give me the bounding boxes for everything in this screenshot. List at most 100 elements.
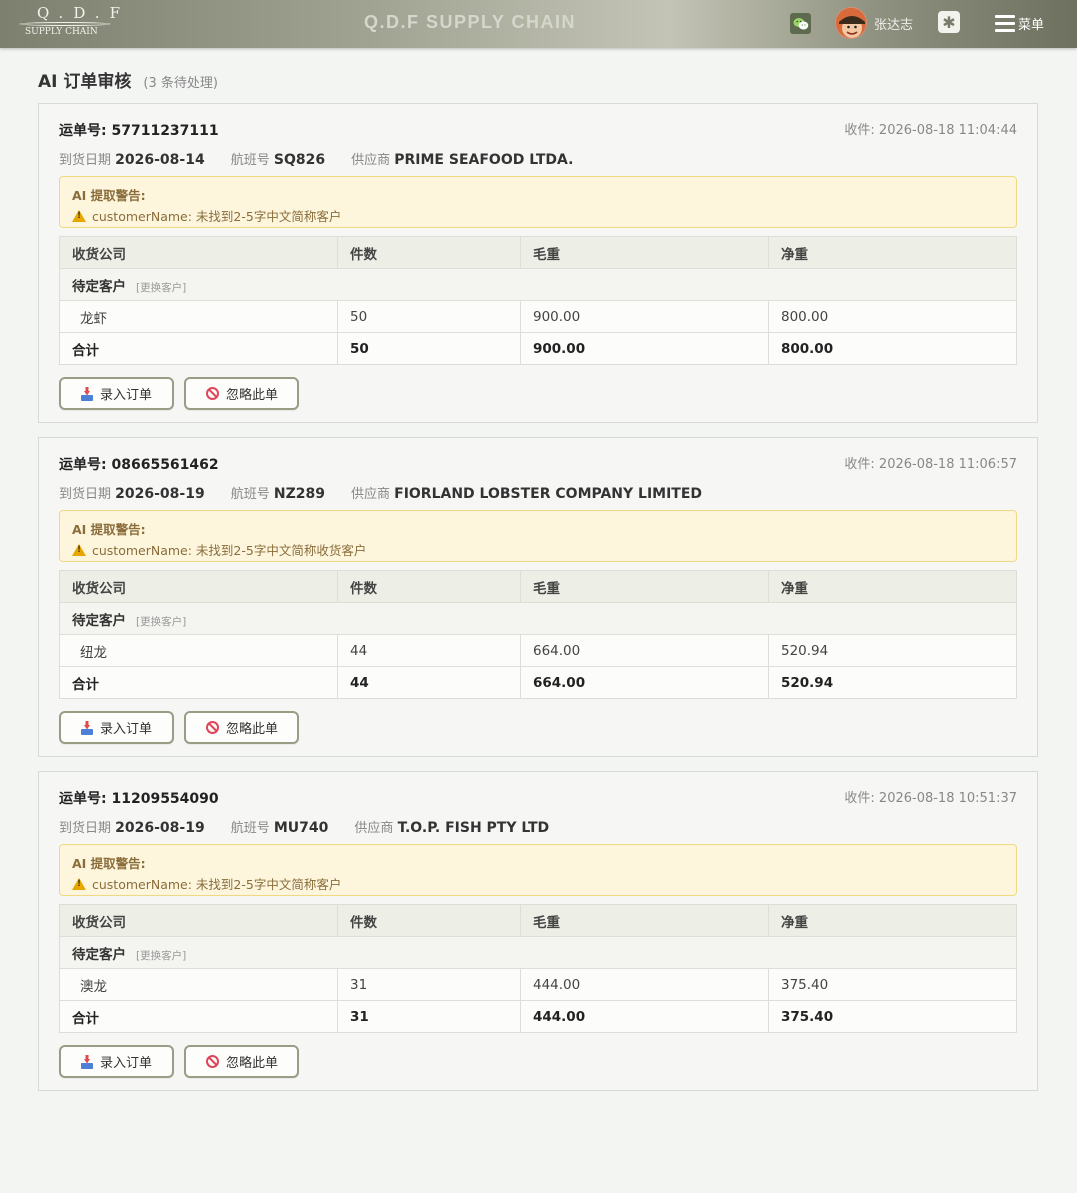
supplier-label: 供应商 — [351, 153, 391, 168]
warning-triangle-icon — [72, 209, 86, 222]
col-company: 收货公司 — [59, 236, 338, 269]
col-gross: 毛重 — [520, 904, 769, 937]
wechat-button[interactable] — [790, 13, 811, 34]
total-label: 合计 — [59, 1000, 338, 1033]
supplier-label: 供应商 — [354, 821, 394, 836]
pending-customer: 待定客户 — [72, 278, 126, 295]
logo-text-bottom: SUPPLY CHAIN — [25, 27, 98, 37]
warning-title: AI 提取警告: — [72, 188, 146, 203]
customer-group-row: 待定客户 [更换客户] — [59, 936, 1017, 969]
table-row: 澳龙 31 444.00 375.40 — [59, 968, 1017, 1001]
col-gross: 毛重 — [520, 236, 769, 269]
order-actions: 录入订单 忽略此单 — [59, 711, 1017, 744]
supplier-name: FIORLAND LOBSTER COMPANY LIMITED — [394, 486, 703, 502]
table-header-row: 收货公司 件数 毛重 净重 — [59, 904, 1017, 937]
waybill-value: 08665561462 — [111, 457, 219, 473]
change-customer-link[interactable]: [更换客户] — [136, 282, 186, 294]
col-pieces: 件数 — [337, 570, 521, 603]
warning-message: customerName: 未找到2-5字中文简称客户 — [92, 209, 342, 224]
pending-customer: 待定客户 — [72, 946, 126, 963]
col-gross: 毛重 — [520, 570, 769, 603]
page-heading: AI 订单审核 (3 条待处理) — [38, 67, 1038, 92]
flight-label: 航班号 — [230, 487, 270, 502]
flight-label: 航班号 — [230, 153, 270, 168]
item-name: 澳龙 — [59, 968, 338, 1001]
supplier-label: 供应商 — [350, 487, 390, 502]
table-row: 龙虾 50 900.00 800.00 — [59, 300, 1017, 333]
username[interactable]: 张达志 — [874, 14, 913, 33]
total-label: 合计 — [59, 332, 338, 365]
total-row: 合计 44 664.00 520.94 — [59, 666, 1017, 699]
company-logo[interactable]: Q.D.F SUPPLY CHAIN — [17, 4, 120, 42]
arrival-label: 到货日期 — [59, 821, 112, 836]
total-row: 合计 31 444.00 375.40 — [59, 1000, 1017, 1033]
col-pieces: 件数 — [337, 236, 521, 269]
flight-number: SQ826 — [273, 152, 326, 168]
change-customer-link[interactable]: [更换客户] — [136, 616, 186, 628]
pending-customer-cell: 待定客户 [更换客户] — [59, 936, 1017, 969]
col-net: 净重 — [768, 236, 1017, 269]
consignee-table: 收货公司 件数 毛重 净重 待定客户 [更换客户] 澳龙 31 444.00 37… — [59, 904, 1017, 1033]
ignore-order-button[interactable]: 忽略此单 — [184, 711, 299, 744]
consignee-table: 收货公司 件数 毛重 净重 待定客户 [更换客户] 纽龙 44 664.00 52… — [59, 570, 1017, 699]
col-company: 收货公司 — [59, 904, 338, 937]
item-net: 800.00 — [768, 300, 1017, 333]
total-net: 375.40 — [768, 1000, 1017, 1033]
item-pieces: 50 — [337, 300, 521, 333]
warning-message: customerName: 未找到2-5字中文简称客户 — [92, 877, 342, 892]
import-order-label: 录入订单 — [100, 722, 153, 737]
ignore-order-button[interactable]: 忽略此单 — [184, 1045, 299, 1078]
col-net: 净重 — [768, 570, 1017, 603]
inbox-download-icon — [81, 386, 93, 401]
user-avatar[interactable] — [835, 7, 867, 39]
item-name: 纽龙 — [59, 634, 338, 667]
ignore-order-button[interactable]: 忽略此单 — [184, 377, 299, 410]
total-pieces: 44 — [337, 666, 521, 699]
received-time: 收件: 2026-08-18 11:06:57 — [844, 457, 1017, 472]
pending-customer: 待定客户 — [72, 612, 126, 629]
inbox-download-icon — [81, 720, 93, 735]
table-header-row: 收货公司 件数 毛重 净重 — [59, 236, 1017, 269]
item-gross: 900.00 — [520, 300, 769, 333]
import-order-button[interactable]: 录入订单 — [59, 377, 174, 410]
plugin-icon: ✱ — [942, 12, 956, 32]
warning-triangle-icon — [72, 877, 86, 890]
waybill-label: 运单号: — [59, 457, 112, 473]
ai-warning-box: AI 提取警告: customerName: 未找到2-5字中文简称客户 — [59, 176, 1017, 228]
order-meta: 到货日期 2026-08-19 航班号 MU740 供应商 T.O.P. FISH … — [59, 817, 1017, 836]
pending-count: (3 条待处理) — [143, 76, 218, 91]
menu-button[interactable]: 菜单 — [995, 11, 1044, 35]
import-order-button[interactable]: 录入订单 — [59, 1045, 174, 1078]
order-card: 运单号: 11209554090 收件: 2026-08-18 10:51:37… — [38, 771, 1038, 1091]
import-order-button[interactable]: 录入订单 — [59, 711, 174, 744]
ban-icon — [206, 387, 219, 400]
col-pieces: 件数 — [337, 904, 521, 937]
flight-number: MU740 — [273, 820, 329, 836]
supplier-name: PRIME SEAFOOD LTDA. — [394, 152, 574, 168]
ai-warning-box: AI 提取警告: customerName: 未找到2-5字中文简称客户 — [59, 844, 1017, 896]
item-gross: 444.00 — [520, 968, 769, 1001]
col-net: 净重 — [768, 904, 1017, 937]
ignore-order-label: 忽略此单 — [226, 388, 279, 403]
hamburger-menu-icon — [995, 14, 1015, 32]
avatar-image — [836, 8, 866, 38]
total-gross: 664.00 — [520, 666, 769, 699]
customer-group-row: 待定客户 [更换客户] — [59, 602, 1017, 635]
total-net: 520.94 — [768, 666, 1017, 699]
supplier-name: T.O.P. FISH PTY LTD — [397, 820, 550, 836]
order-card: 运单号: 57711237111 收件: 2026-08-18 11:04:44… — [38, 103, 1038, 423]
change-customer-link[interactable]: [更换客户] — [136, 950, 186, 962]
arrival-date: 2026-08-19 — [115, 820, 205, 836]
total-gross: 900.00 — [520, 332, 769, 365]
plugin-button[interactable]: ✱ — [938, 11, 960, 33]
table-header-row: 收货公司 件数 毛重 净重 — [59, 570, 1017, 603]
arrival-date: 2026-08-19 — [115, 486, 205, 502]
import-order-label: 录入订单 — [100, 388, 153, 403]
total-row: 合计 50 900.00 800.00 — [59, 332, 1017, 365]
warning-title: AI 提取警告: — [72, 522, 146, 537]
ignore-order-label: 忽略此单 — [226, 722, 279, 737]
item-name: 龙虾 — [59, 300, 338, 333]
menu-label: 菜单 — [1018, 17, 1045, 33]
logo-text-top: Q.D.F — [37, 4, 130, 22]
flight-number: NZ289 — [273, 486, 325, 502]
